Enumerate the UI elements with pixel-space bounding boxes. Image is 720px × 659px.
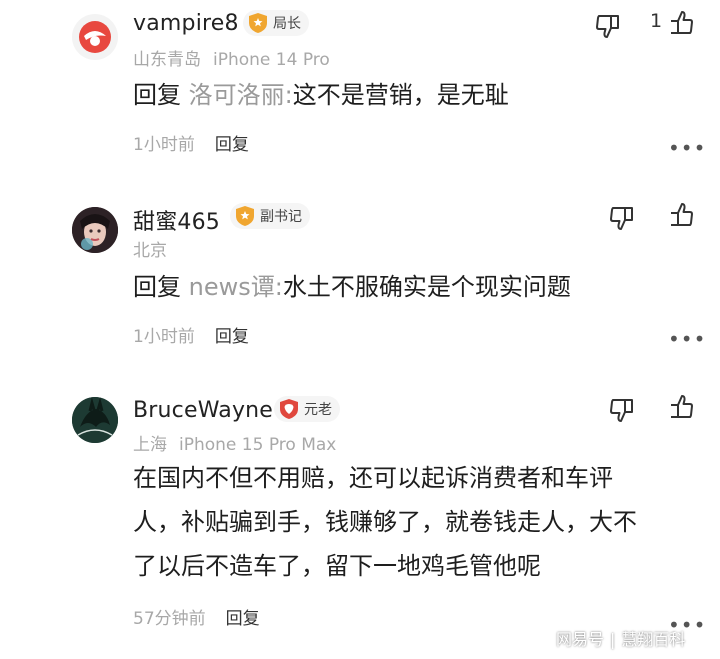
reply-prefix: 回复: [133, 81, 181, 109]
dislike-icon[interactable]: [608, 395, 638, 425]
comment-footer: 1小时前 回复: [133, 130, 249, 155]
comment-content: 这不是营销，是无耻: [292, 81, 509, 109]
avatar-batman-icon: [72, 397, 118, 443]
username[interactable]: 甜蜜465: [133, 204, 220, 236]
rank-badge-label: 副书记: [260, 209, 302, 225]
comment-content: 水土不服确实是个现实问题: [282, 273, 571, 301]
rank-badge: 局长: [243, 10, 309, 36]
reply-target[interactable]: 洛可洛丽:: [189, 81, 293, 109]
rank-badge-icon: [236, 206, 254, 226]
watermark: 网易号 | 慧翔百科: [556, 626, 685, 650]
username[interactable]: BruceWayne: [133, 398, 273, 423]
rank-badge: 副书记: [230, 203, 310, 229]
rank-badge-label: 元老: [304, 402, 332, 418]
comment-line: 在国内不但不用赔，还可以起诉消费者和车评: [133, 464, 613, 492]
like-icon[interactable]: [668, 392, 698, 422]
like-icon[interactable]: [668, 8, 698, 38]
like-icon[interactable]: [668, 200, 698, 230]
comment-text: 回复 洛可洛丽:这不是营销，是无耻: [133, 73, 509, 117]
dislike-icon[interactable]: [608, 203, 638, 233]
reply-button[interactable]: 回复: [215, 135, 249, 155]
dislike-icon[interactable]: [594, 11, 624, 41]
location: 上海: [133, 435, 167, 455]
timestamp: 57分钟前: [133, 609, 206, 629]
watermark-separator: |: [610, 630, 616, 649]
location: 北京: [133, 241, 167, 261]
timestamp: 1小时前: [133, 327, 195, 347]
timestamp: 1小时前: [133, 135, 195, 155]
comment-item: BruceWayne 元老 上海 iPhone 15 Pro Max 在国内不但不…: [0, 370, 720, 659]
avatar[interactable]: [72, 397, 118, 443]
device: iPhone 14 Pro: [213, 50, 330, 70]
avatar[interactable]: [72, 14, 118, 60]
rank-badge-icon: [280, 399, 298, 419]
reply-button[interactable]: 回复: [215, 327, 249, 347]
more-options-button[interactable]: •••: [668, 329, 706, 349]
watermark-brand: 网易号: [556, 630, 605, 649]
more-options-button[interactable]: •••: [668, 138, 706, 158]
comment-text: 在国内不但不用赔，还可以起诉消费者和车评 人，补贴骗到手，钱赚够了，就卷钱走人，…: [133, 456, 637, 588]
comment-item: 甜蜜465 副书记 北京 回复 news谭:水土不服确实是个现实问题 1小时前回…: [0, 180, 720, 365]
rank-badge-icon: [249, 13, 267, 33]
avatar-photo-icon: [72, 207, 118, 253]
avatar-logo-icon: [79, 21, 111, 53]
username[interactable]: vampire8: [133, 11, 239, 36]
like-count: 1: [650, 10, 663, 32]
reply-button[interactable]: 回复: [226, 609, 260, 629]
comment-line: 人，补贴骗到手，钱赚够了，就卷钱走人，大不: [133, 508, 637, 536]
reply-target[interactable]: news谭:: [189, 273, 283, 301]
user-meta: 山东青岛 iPhone 14 Pro: [133, 45, 330, 70]
avatar[interactable]: [72, 207, 118, 253]
rank-badge: 元老: [274, 396, 340, 422]
rank-badge-label: 局长: [273, 16, 301, 32]
comment-item: vampire8 局长 山东青岛 iPhone 14 Pro 回复 洛可洛丽:这不…: [0, 0, 720, 175]
user-meta: 上海 iPhone 15 Pro Max: [133, 430, 336, 455]
user-meta: 北京: [133, 236, 167, 261]
comment-line: 了以后不造车了，留下一地鸡毛管他呢: [133, 552, 541, 580]
location: 山东青岛: [133, 50, 201, 70]
reply-prefix: 回复: [133, 273, 181, 301]
comment-footer: 1小时前 回复: [133, 322, 249, 347]
comment-text: 回复 news谭:水土不服确实是个现实问题: [133, 265, 571, 309]
comment-footer: 57分钟前 回复: [133, 604, 260, 629]
watermark-account: 慧翔百科: [621, 630, 686, 649]
device: iPhone 15 Pro Max: [179, 435, 337, 455]
